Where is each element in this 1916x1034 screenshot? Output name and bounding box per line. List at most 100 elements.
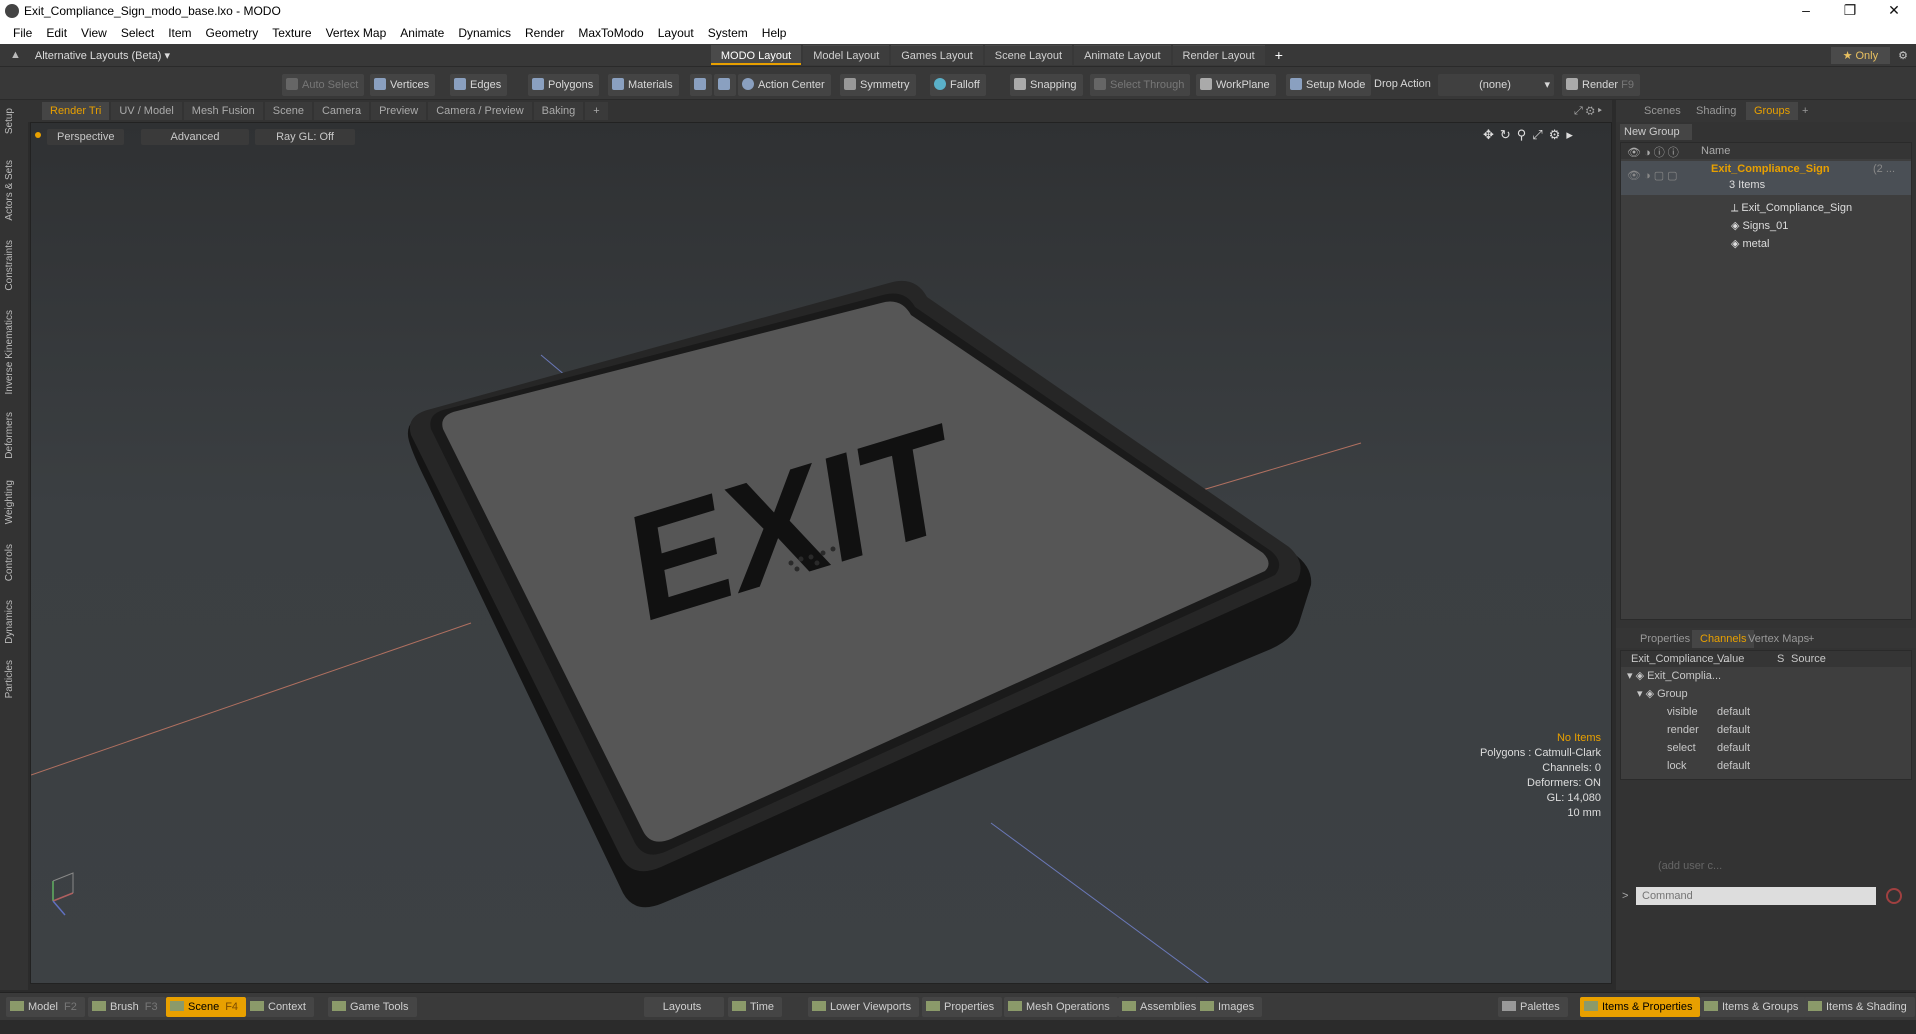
time-button[interactable]: Time: [728, 997, 783, 1017]
menu-render[interactable]: Render: [518, 26, 571, 40]
tab-render-tri[interactable]: Render Tri: [42, 102, 110, 120]
menu-animate[interactable]: Animate: [393, 26, 451, 40]
layouts-button[interactable]: Layouts: [644, 997, 724, 1017]
drop-action-select[interactable]: (none) ▾: [1438, 74, 1554, 96]
menu-file[interactable]: File: [6, 26, 39, 40]
add-panel-tab-button[interactable]: +: [1794, 102, 1816, 120]
vtab-actors-sets[interactable]: Actors & Sets: [4, 160, 15, 221]
channel-value-dropdown[interactable]: default: [1717, 757, 1773, 775]
tab-properties[interactable]: Properties: [1632, 630, 1698, 648]
close-button[interactable]: ✕: [1872, 0, 1916, 22]
channel-row-lock[interactable]: lock default: [1667, 757, 1750, 775]
falloff-button[interactable]: Falloff: [930, 74, 986, 96]
select-through-button[interactable]: Select Through: [1090, 74, 1191, 96]
restore-button[interactable]: ❐: [1828, 0, 1872, 22]
properties-button[interactable]: Properties: [922, 997, 1003, 1017]
tab-camera[interactable]: Camera: [313, 102, 370, 120]
channel-row-render[interactable]: render default: [1667, 721, 1750, 739]
channels-group-row[interactable]: ▾ ◈ Group: [1637, 685, 1688, 703]
tab-baking[interactable]: Baking: [533, 102, 584, 120]
material-tool2-icon[interactable]: [714, 74, 736, 96]
items-shading-button[interactable]: Items & Shading: [1804, 997, 1915, 1017]
group-child-exit-sign[interactable]: ⟂ Exit_Compliance_Sign: [1731, 199, 1852, 217]
menu-texture[interactable]: Texture: [265, 26, 318, 40]
render-button[interactable]: Render F9: [1562, 74, 1640, 96]
auto-select-button[interactable]: Auto Select: [282, 74, 365, 96]
vtab-setup[interactable]: Setup: [4, 108, 15, 134]
3d-viewport[interactable]: Perspective Advanced Ray GL: Off ✥↻⚲⤢⚙▸ …: [30, 122, 1612, 984]
mode-model-button[interactable]: Model F2: [6, 997, 85, 1017]
add-user-channel[interactable]: (add user c...: [1658, 860, 1722, 872]
tab-uv-model[interactable]: UV / Model: [111, 102, 182, 120]
lower-viewports-button[interactable]: Lower Viewports: [808, 997, 920, 1017]
tab-groups[interactable]: Groups: [1746, 102, 1799, 120]
layout-selector[interactable]: Alternative Layouts (Beta) ▾: [35, 49, 711, 62]
channel-value-dropdown[interactable]: default: [1717, 703, 1773, 721]
mode-brush-button[interactable]: Brush F3: [88, 997, 166, 1017]
menu-edit[interactable]: Edit: [39, 26, 74, 40]
menu-layout[interactable]: Layout: [651, 26, 701, 40]
symmetry-button[interactable]: Symmetry: [840, 74, 916, 96]
palettes-button[interactable]: Palettes: [1498, 997, 1568, 1017]
material-tool-icon[interactable]: [690, 74, 712, 96]
mode-scene-button[interactable]: Scene F4: [166, 997, 247, 1017]
add-tab-button[interactable]: +: [585, 102, 608, 120]
tab-preview[interactable]: Preview: [371, 102, 427, 120]
group-row-root[interactable]: 👁 ◑ ▢ ▢ Exit_Compliance_Sign (2 ... 3 It…: [1621, 161, 1911, 195]
new-group-button[interactable]: New Group: [1620, 124, 1692, 140]
mode-game-tools-button[interactable]: Game Tools: [328, 997, 417, 1017]
setup-mode-button[interactable]: Setup Mode: [1286, 74, 1372, 96]
tab-model-layout[interactable]: Model Layout: [803, 45, 890, 65]
tab-scene-layout[interactable]: Scene Layout: [984, 45, 1073, 65]
mesh-operations-button[interactable]: Mesh Operations: [1004, 997, 1118, 1017]
collapse-icon[interactable]: ▲: [10, 49, 21, 61]
images-button[interactable]: Images: [1196, 997, 1263, 1017]
tab-render-layout[interactable]: Render Layout: [1172, 45, 1265, 65]
workplane-button[interactable]: WorkPlane: [1196, 74, 1276, 96]
record-icon[interactable]: [1886, 888, 1902, 904]
tab-modo-layout[interactable]: MODO Layout: [710, 45, 802, 65]
assemblies-button[interactable]: Assemblies: [1118, 997, 1205, 1017]
snapping-button[interactable]: Snapping: [1010, 74, 1083, 96]
tab-mesh-fusion[interactable]: Mesh Fusion: [183, 102, 263, 120]
minimize-button[interactable]: –: [1784, 0, 1828, 22]
viewport-settings-icon[interactable]: ⤢ ⚙ ▸: [1574, 105, 1602, 118]
vtab-dynamics[interactable]: Dynamics: [4, 600, 15, 644]
vertices-button[interactable]: Vertices: [370, 74, 436, 96]
tab-games-layout[interactable]: Games Layout: [891, 45, 983, 65]
row-visibility-icons[interactable]: 👁 ◑ ▢ ▢: [1627, 169, 1678, 182]
mode-context-button[interactable]: Context: [246, 997, 314, 1017]
vtab-controls[interactable]: Controls: [4, 544, 15, 581]
menu-select[interactable]: Select: [114, 26, 161, 40]
tab-shading[interactable]: Shading: [1688, 102, 1744, 120]
add-panel-tab-button-2[interactable]: +: [1800, 630, 1822, 648]
tab-scene[interactable]: Scene: [264, 102, 312, 120]
menu-geometry[interactable]: Geometry: [199, 26, 266, 40]
add-layout-button[interactable]: +: [1275, 47, 1283, 63]
settings-gear-icon[interactable]: ⚙: [1898, 49, 1908, 62]
menu-help[interactable]: Help: [755, 26, 794, 40]
vtab-particles[interactable]: Particles: [4, 660, 15, 698]
menu-vertex-map[interactable]: Vertex Map: [319, 26, 394, 40]
group-child-metal[interactable]: ◈ metal: [1731, 235, 1769, 253]
edges-button[interactable]: Edges: [450, 74, 508, 96]
channel-row-select[interactable]: select default: [1667, 739, 1750, 757]
vtab-weighting[interactable]: Weighting: [4, 480, 15, 524]
command-input[interactable]: [1636, 887, 1876, 905]
vtab-constraints[interactable]: Constraints: [4, 240, 15, 291]
items-properties-button[interactable]: Items & Properties: [1580, 997, 1701, 1017]
menu-dynamics[interactable]: Dynamics: [451, 26, 518, 40]
vtab-inverse-kinematics[interactable]: Inverse Kinematics: [4, 310, 15, 394]
menu-view[interactable]: View: [74, 26, 114, 40]
channel-row-visible[interactable]: visible default: [1667, 703, 1750, 721]
action-center-button[interactable]: Action Center: [738, 74, 831, 96]
channels-item-row[interactable]: ▾ ◈ Exit_Complia...: [1627, 667, 1907, 685]
menu-maxtomodo[interactable]: MaxToModo: [571, 26, 650, 40]
menu-item[interactable]: Item: [161, 26, 198, 40]
polygons-button[interactable]: Polygons: [528, 74, 600, 96]
channel-value-dropdown[interactable]: default: [1717, 721, 1773, 739]
items-groups-button[interactable]: Items & Groups: [1700, 997, 1807, 1017]
tab-scenes[interactable]: Scenes: [1636, 102, 1689, 120]
materials-button[interactable]: Materials: [608, 74, 679, 96]
menu-system[interactable]: System: [701, 26, 755, 40]
